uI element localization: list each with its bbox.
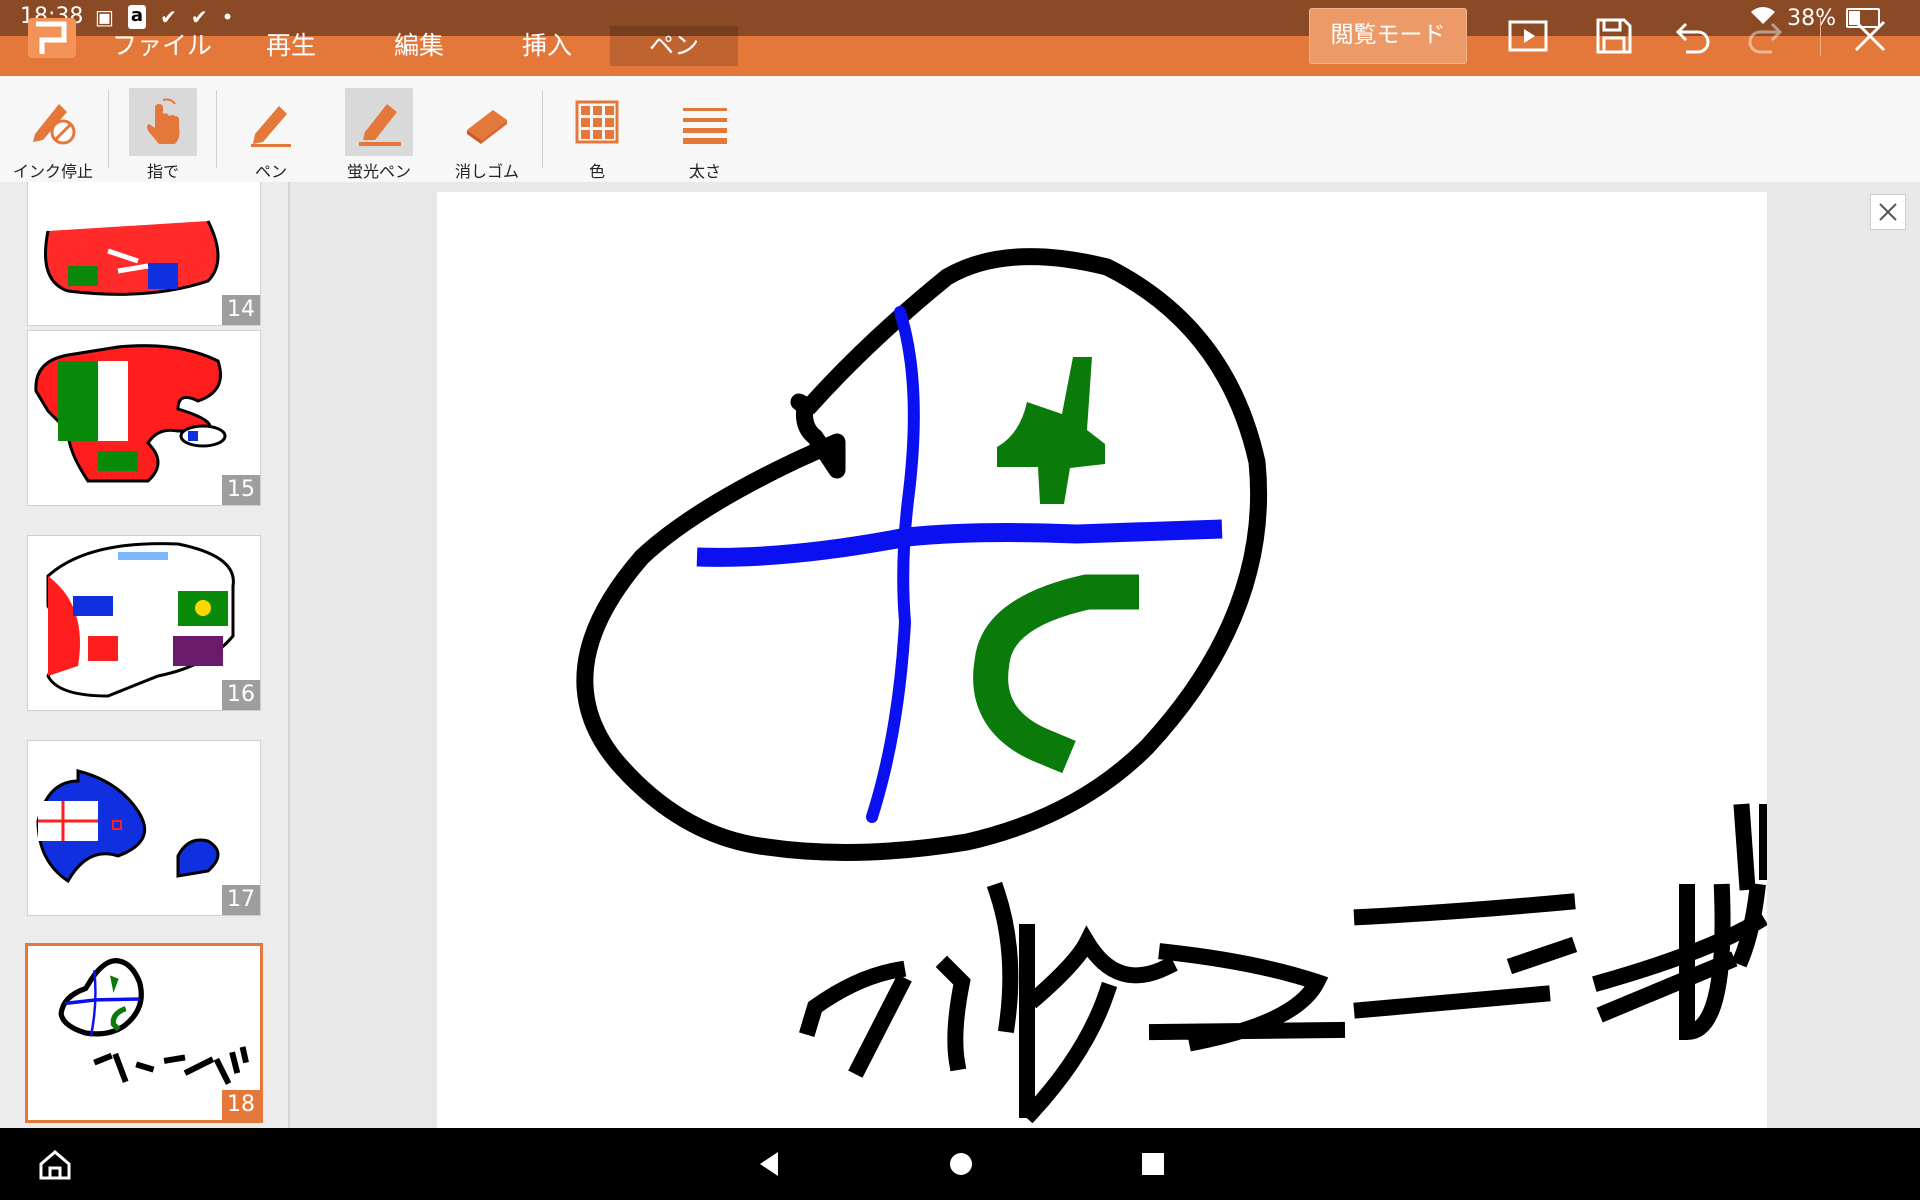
- close-icon[interactable]: [1848, 14, 1892, 58]
- color-grid-icon: [575, 100, 619, 144]
- highlighter-icon: [359, 104, 401, 146]
- slide-thumbnail-16[interactable]: 16: [27, 535, 261, 711]
- menu-pen[interactable]: ペン: [610, 26, 738, 66]
- ink-drawing[interactable]: [437, 192, 1767, 1132]
- close-panel-button[interactable]: [1870, 194, 1906, 230]
- finger-tool[interactable]: 指で: [120, 82, 206, 181]
- ink-shape-green-star[interactable]: [997, 357, 1105, 504]
- home-launcher-icon[interactable]: [38, 1148, 72, 1186]
- color-label: 色: [588, 162, 605, 181]
- eraser-icon: [467, 110, 507, 144]
- thickness-icon: [683, 108, 727, 144]
- ink-stop-tool[interactable]: インク停止: [10, 82, 96, 181]
- menu-play[interactable]: 再生: [252, 26, 330, 66]
- slide-thumbnail-17[interactable]: 17: [27, 740, 261, 916]
- eraser-tool[interactable]: 消しゴム: [444, 82, 530, 181]
- slideshow-icon[interactable]: [1506, 14, 1550, 58]
- slide-thumbnail-18[interactable]: 18: [25, 943, 263, 1123]
- menu-insert[interactable]: 挿入: [508, 26, 586, 66]
- dot-icon: •: [221, 5, 234, 29]
- eraser-label: 消しゴム: [454, 162, 519, 181]
- thickness-tool[interactable]: 太さ: [662, 82, 748, 181]
- highlighter-tool[interactable]: 蛍光ペン: [336, 82, 422, 181]
- system-navigation-bar: [0, 1128, 1920, 1200]
- slide-number: 17: [222, 885, 260, 915]
- ink-handwriting[interactable]: [799, 803, 1767, 1124]
- slide-number: 18: [222, 1090, 260, 1120]
- pen-ribbon: インク停止 指で ペン 蛍光ペン 消しゴム 色 太さ: [0, 76, 1920, 184]
- ink-stroke-blue-vertical[interactable]: [866, 306, 920, 823]
- thickness-label: 太さ: [688, 162, 721, 181]
- undo-icon[interactable]: [1672, 14, 1716, 58]
- slide-number: 16: [222, 680, 260, 710]
- recents-icon[interactable]: [1138, 1148, 1168, 1184]
- pen-icon: [251, 106, 291, 147]
- current-slide[interactable]: [437, 192, 1767, 1132]
- highlighter-label: 蛍光ペン: [346, 162, 411, 181]
- ink-stroke-green-crescent[interactable]: [973, 574, 1139, 774]
- finger-icon: [147, 98, 180, 144]
- slide-thumbnail-14[interactable]: 14: [27, 182, 261, 326]
- ink-stroke-blue-horizontal[interactable]: [696, 519, 1223, 567]
- close-icon: [1879, 203, 1897, 221]
- menu-file[interactable]: ファイル: [112, 26, 212, 66]
- back-icon[interactable]: [754, 1148, 784, 1184]
- slide-editor-canvas[interactable]: [290, 182, 1920, 1132]
- slide-thumbnail-panel[interactable]: 14 15 16 17 18: [0, 182, 290, 1128]
- app-menu-bar: ファイル 再生 編集 挿入 ペン 閲覧モード: [0, 8, 1920, 76]
- save-icon[interactable]: [1592, 14, 1636, 58]
- slide-number: 14: [222, 295, 260, 325]
- ink-stop-label: インク停止: [12, 162, 93, 181]
- slide-thumbnail-15[interactable]: 15: [27, 330, 261, 506]
- app-logo[interactable]: [28, 18, 76, 58]
- ribbon-separator: [216, 90, 217, 168]
- finger-label: 指で: [146, 162, 179, 181]
- color-tool[interactable]: 色: [554, 82, 640, 181]
- menu-edit[interactable]: 編集: [380, 26, 458, 66]
- slide-number: 15: [222, 475, 260, 505]
- pen-label: ペン: [254, 162, 287, 181]
- ink-stop-icon: [33, 104, 76, 145]
- battery-percent: 38%: [1787, 5, 1836, 31]
- reading-mode-button[interactable]: 閲覧モード: [1309, 8, 1467, 64]
- home-icon[interactable]: [946, 1148, 976, 1184]
- pen-tool[interactable]: ペン: [228, 82, 314, 181]
- ribbon-separator: [542, 90, 543, 168]
- menu-divider: [1820, 18, 1821, 56]
- redo-icon[interactable]: [1742, 14, 1786, 58]
- ribbon-separator: [108, 90, 109, 168]
- ink-stroke-outline[interactable]: [576, 248, 1268, 861]
